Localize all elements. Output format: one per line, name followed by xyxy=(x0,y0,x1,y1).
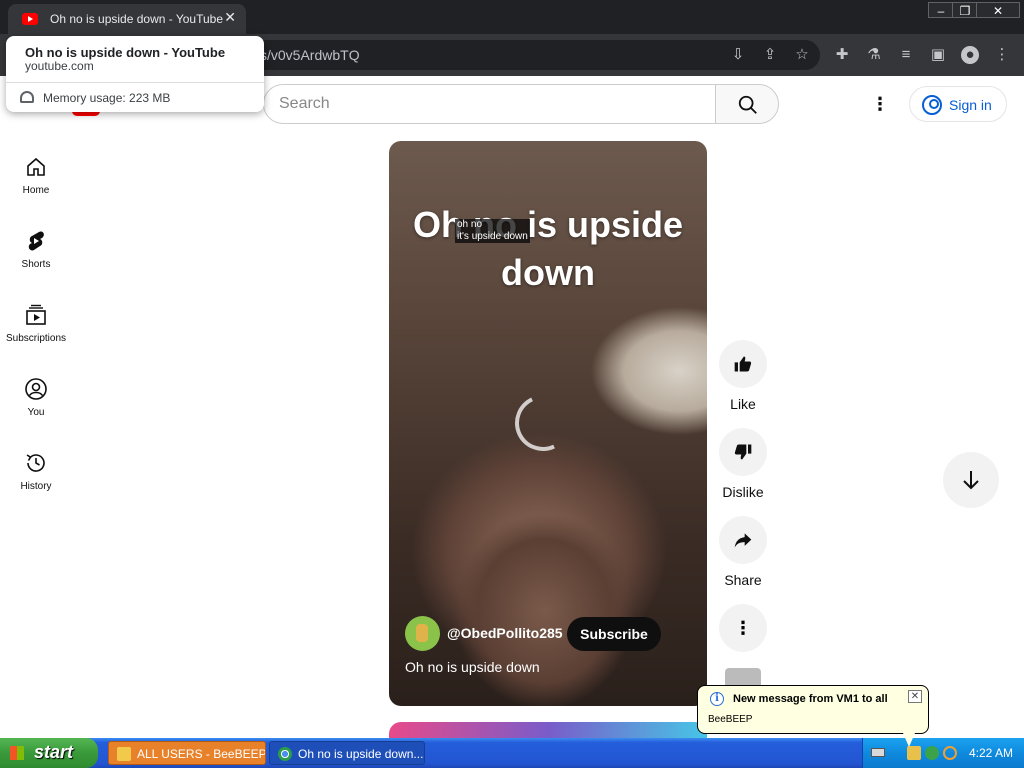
notification-title: New message from VM1 to all xyxy=(733,693,888,705)
info-icon: i xyxy=(710,692,724,706)
notification-close-button[interactable]: ✕ xyxy=(908,690,922,703)
install-app-icon[interactable]: ⇩ xyxy=(729,46,747,64)
taskbar-item-beebeep[interactable]: ALL USERS - BeeBEEP... xyxy=(108,741,266,765)
settings-more-icon[interactable]: ⋮ xyxy=(870,94,890,116)
nav-item-home[interactable]: Home xyxy=(0,155,72,219)
dislike-action[interactable]: Dislike xyxy=(719,428,767,500)
youtube-favicon-icon xyxy=(22,13,38,25)
browser-tab[interactable]: Oh no is upside down - YouTube ✕ xyxy=(8,4,246,34)
video-overlay-title: Oh no is upside down xyxy=(412,204,684,293)
like-action[interactable]: Like xyxy=(719,340,767,412)
chrome-app-icon xyxy=(278,747,292,761)
reading-list-icon[interactable]: ≡ xyxy=(897,46,915,64)
video-title[interactable]: Oh no is upside down xyxy=(405,659,540,675)
subscriptions-icon xyxy=(26,304,46,325)
nav-item-you[interactable]: You xyxy=(0,377,72,441)
next-video-button[interactable] xyxy=(943,452,999,508)
shorts-video-player[interactable]: Oh no is upside down oh no it's upside d… xyxy=(389,141,707,706)
channel-avatar[interactable] xyxy=(405,616,440,651)
side-panel-icon[interactable]: ▣ xyxy=(929,46,947,64)
search-placeholder: Search xyxy=(279,95,330,112)
hovercard-divider xyxy=(6,82,264,83)
home-icon xyxy=(27,157,45,176)
closed-caption: oh no it's upside down xyxy=(455,219,530,243)
sign-in-button[interactable]: Sign in xyxy=(909,86,1007,122)
like-label: Like xyxy=(730,396,756,412)
like-button[interactable] xyxy=(719,340,767,388)
channel-handle[interactable]: @ObedPollito285 xyxy=(447,625,563,641)
balloon-tail xyxy=(903,733,915,747)
minimize-button[interactable]: – xyxy=(928,2,954,18)
loading-spinner-icon xyxy=(507,387,579,459)
tab-close-button[interactable]: ✕ xyxy=(224,9,236,26)
search-input[interactable]: Search xyxy=(263,84,716,124)
bookmark-star-icon[interactable]: ☆ xyxy=(793,46,811,64)
windows-logo-icon xyxy=(10,746,24,760)
notification-body: BeeBEEP xyxy=(708,714,753,725)
beebeep-app-icon xyxy=(117,747,131,761)
start-label: start xyxy=(34,742,74,762)
chrome-menu-icon[interactable]: ⋮ xyxy=(993,46,1011,64)
taskbar-item-chrome[interactable]: Oh no is upside down... xyxy=(269,741,425,765)
restore-button[interactable]: ❐ xyxy=(952,2,978,18)
hovercard-memory: Memory usage: 223 MB xyxy=(43,91,171,105)
labs-flask-icon[interactable]: ⚗ xyxy=(865,46,883,64)
thumbs-down-icon xyxy=(734,444,752,460)
taskbar-item-label: ALL USERS - BeeBEEP... xyxy=(137,747,266,761)
hovercard-domain: youtube.com xyxy=(25,59,94,73)
network-tray-icon[interactable] xyxy=(925,746,939,760)
hovercard-title: Oh no is upside down - YouTube xyxy=(25,45,226,60)
memory-gauge-icon xyxy=(20,91,34,103)
nav-label-you: You xyxy=(27,407,45,418)
nav-label-shorts: Shorts xyxy=(21,259,51,270)
thumbs-up-icon xyxy=(734,356,752,372)
history-icon xyxy=(26,454,45,472)
share-page-icon[interactable]: ⇪ xyxy=(761,46,779,64)
nav-item-history[interactable]: History xyxy=(0,451,72,515)
dislike-button[interactable] xyxy=(719,428,767,476)
system-clock[interactable]: 4:22 AM xyxy=(969,746,1013,760)
subscribe-button[interactable]: Subscribe xyxy=(567,617,661,651)
search-icon xyxy=(738,95,757,114)
start-button[interactable]: start xyxy=(0,738,98,768)
nav-item-subscriptions[interactable]: Subscriptions xyxy=(0,303,72,367)
address-bar-url: s/v0v5ArdwbTQ xyxy=(260,47,360,63)
share-label: Share xyxy=(724,572,762,588)
share-button[interactable] xyxy=(719,516,767,564)
share-action[interactable]: Share xyxy=(719,516,767,588)
nav-label-home: Home xyxy=(22,185,50,196)
notification-balloon[interactable]: i New message from VM1 to all BeeBEEP ✕ xyxy=(697,685,929,747)
nav-item-shorts[interactable]: Shorts xyxy=(0,229,72,293)
arrow-down-icon xyxy=(963,471,979,490)
keyboard-icon[interactable] xyxy=(871,748,885,757)
dislike-label: Dislike xyxy=(722,484,764,500)
more-actions-icon[interactable]: ⋮ xyxy=(719,604,767,652)
system-tray: 4:22 AM xyxy=(862,738,1024,768)
tab-title: Oh no is upside down - YouTube xyxy=(50,12,224,26)
share-arrow-icon xyxy=(734,533,752,548)
window-close-button[interactable]: ✕ xyxy=(976,2,1020,18)
nav-label-history: History xyxy=(20,481,52,492)
browser-tab-strip: Oh no is upside down - YouTube ✕ – ❐ ✕ xyxy=(0,0,1024,34)
search-button[interactable] xyxy=(715,84,779,124)
nav-label-subscriptions: Subscriptions xyxy=(5,333,67,344)
shorts-icon xyxy=(28,231,44,251)
taskbar: start ALL USERS - BeeBEEP... Oh no is up… xyxy=(0,738,1024,768)
profile-avatar-icon[interactable]: ● xyxy=(961,46,979,64)
search-tray-icon[interactable] xyxy=(943,746,957,760)
taskbar-item-label: Oh no is upside down... xyxy=(298,747,424,761)
sign-in-label: Sign in xyxy=(949,97,992,113)
beebeep-tray-icon[interactable] xyxy=(907,746,921,760)
tab-hover-card: Oh no is upside down - YouTube youtube.c… xyxy=(6,36,264,112)
you-icon xyxy=(25,378,47,400)
extensions-icon[interactable]: ✚ xyxy=(833,46,851,64)
account-icon xyxy=(922,95,942,115)
